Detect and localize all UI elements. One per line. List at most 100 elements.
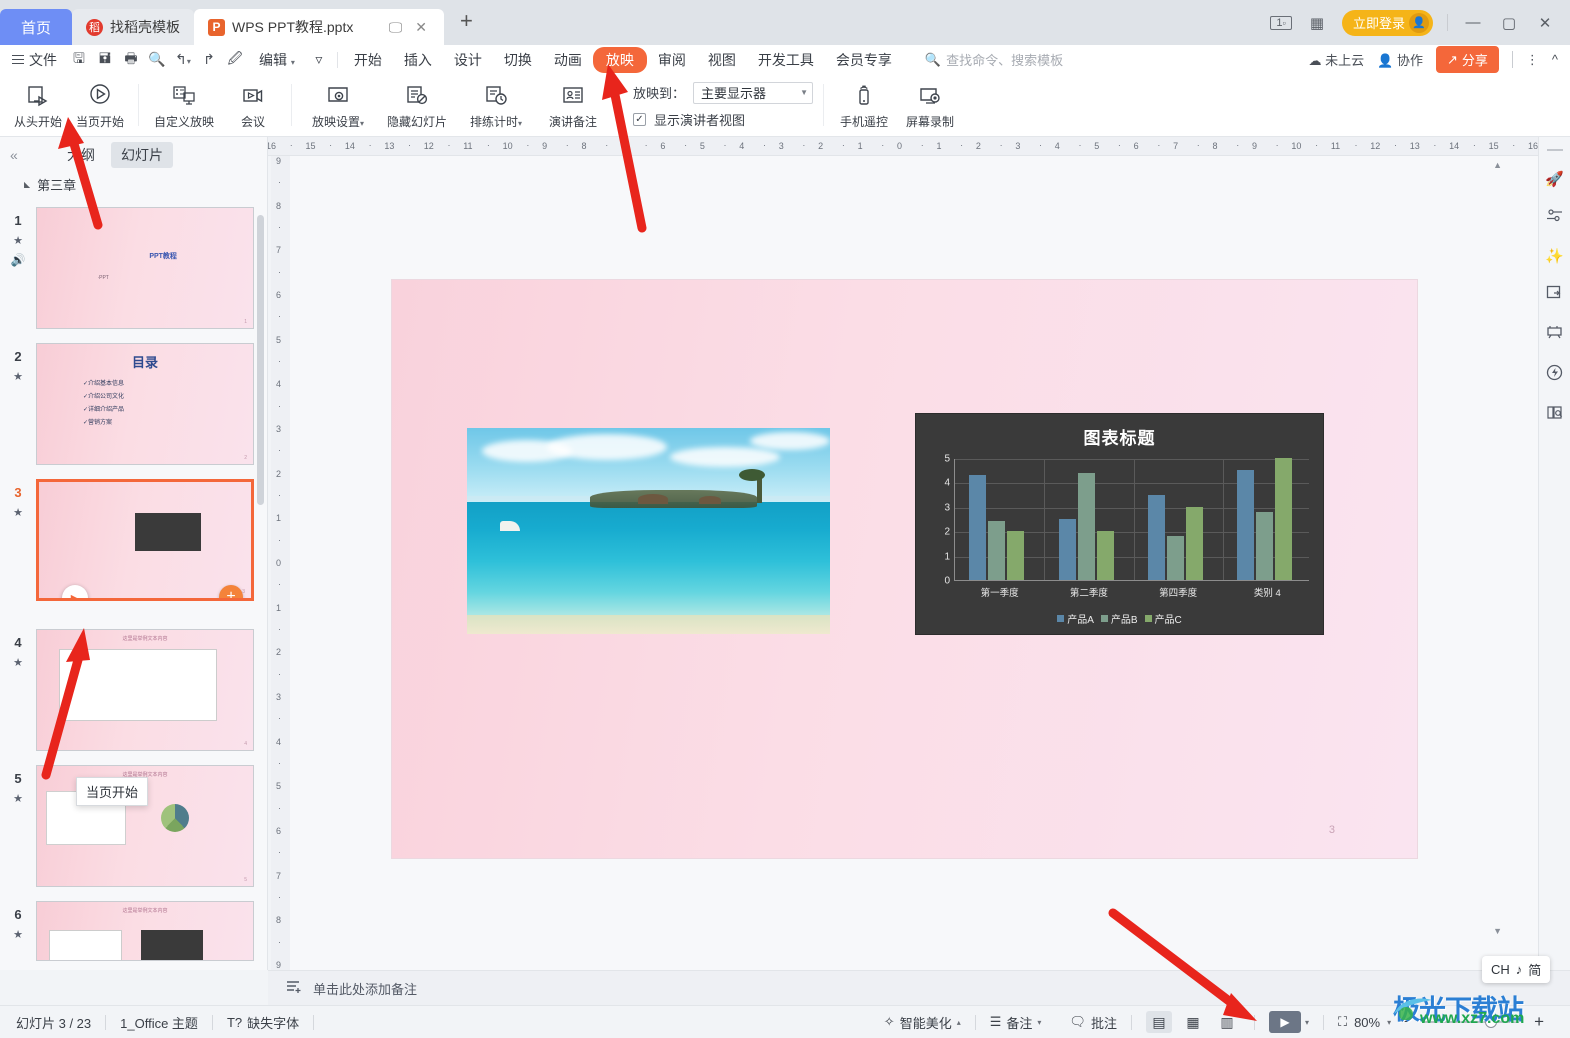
thumbnail-row[interactable]: 4 ★ 这里是举例文本内容 4 [0,629,267,765]
maximize-button[interactable]: ▢ [1498,14,1520,32]
animation-star-icon[interactable]: ★ [13,928,23,941]
smart-beautify-button[interactable]: ✧ 智能美化 ▴ [870,1013,975,1032]
format-painter-icon[interactable]: 🖉 [222,48,248,72]
tab-document[interactable]: P WPS PPT教程.pptx 🖵 ✕ [194,9,444,45]
share-button[interactable]: ↗ 分享 [1435,46,1499,73]
comment-button[interactable]: 🗨 批注 [1055,1013,1131,1032]
ribbon-custom-show[interactable]: 自定义放映 [146,78,222,130]
ribbon-meeting[interactable]: 会议 [222,78,284,130]
thumbnail-scrollbar[interactable] [257,215,264,505]
grid-layout-icon[interactable]: ▦ [1306,14,1328,32]
menu-item-developer[interactable]: 开发工具 [747,47,825,73]
print-icon[interactable]: 🖶 [118,48,144,72]
notes-pane[interactable]: 单击此处添加备注 [268,970,1570,1005]
search-commands[interactable]: 🔍 查找命令、搜索模板 [925,50,1063,69]
ribbon-rehearse-timing[interactable]: 排练计时▾ [457,78,535,130]
thumbnail-row[interactable]: 3 ★ 3 ▶ + [0,479,267,615]
close-tab-icon[interactable]: ✕ [412,19,430,36]
thumbnail-slide-2[interactable]: 目录 ✓介绍基本信息 ✓介绍公司文化 ✓详细介绍产品 ✓营销方案 2 [36,343,254,465]
thumbnail-row[interactable]: 6 ★ 这里是举例文本内容 [0,901,267,970]
duplicate-icon[interactable] [1546,284,1563,305]
menu-item-member[interactable]: 会员专享 [825,47,903,73]
menu-item-edit[interactable]: 编辑 ▾ [248,47,306,73]
animation-star-icon[interactable]: ★ [13,656,23,669]
ribbon-phone-remote[interactable]: 手机遥控 [831,78,897,130]
menu-item-transition[interactable]: 切换 [493,47,543,73]
slide-chart[interactable]: 图表标题 0 1 2 3 4 5 第一季度 第二季度 第四季度 类别 4 产品A 产品B 产品C [915,413,1324,635]
fit-slide-icon[interactable]: ⛶ [1338,1014,1347,1030]
status-theme[interactable]: 1_Office 主题 [106,1013,212,1032]
presenter-view-row[interactable]: ✓ 显示演讲者视图 [633,110,813,129]
thumbnail-row[interactable]: 2 ★ 目录 ✓介绍基本信息 ✓介绍公司文化 ✓详细介绍产品 ✓营销方案 2 [0,343,267,479]
thumbnail-row[interactable]: 1 ★ 🔊 PPT教程 ·PPT 1 [0,207,267,343]
new-tab-button[interactable]: + [444,8,489,38]
menu-item-design[interactable]: 设计 [443,47,493,73]
chevron-down-icon[interactable]: ▿ [306,51,332,68]
book-search-icon[interactable] [1546,404,1563,425]
screen-count-icon[interactable]: 1▫ [1269,15,1292,30]
menu-item-review[interactable]: 审阅 [647,47,697,73]
slide-sorter-view-button[interactable]: ▦ [1180,1011,1206,1033]
thumbnail-slide-6[interactable]: 这里是举例文本内容 [36,901,254,961]
menu-item-animation[interactable]: 动画 [543,47,593,73]
animation-star-icon[interactable]: ★ [13,506,23,519]
menu-item-slideshow[interactable]: 放映 [592,46,647,73]
collab-button[interactable]: 👤 协作 [1377,50,1423,69]
thumbnail-slide-1[interactable]: PPT教程 ·PPT 1 [36,207,254,329]
print-preview-icon[interactable]: 🔍 [144,51,170,68]
tab-outline[interactable]: 大纲 [57,142,105,168]
status-missing-font[interactable]: T? 缺失字体 [213,1013,313,1032]
animation-star-icon[interactable]: ★ [13,234,23,247]
ribbon-from-beginning[interactable]: 从头开始 [7,78,69,130]
notes-toggle-button[interactable]: ☰ 备注 ▾ [976,1013,1056,1032]
stage-icon[interactable] [1546,324,1563,345]
animation-star-icon[interactable]: ★ [13,792,23,805]
zoom-level[interactable]: 80% [1354,1015,1380,1030]
cloud-status[interactable]: ☁ 未上云 [1309,50,1365,69]
menu-item-view[interactable]: 视图 [697,47,747,73]
ribbon-screen-record[interactable]: 屏幕录制 [897,78,963,130]
collapse-panel-icon[interactable]: « [10,147,18,163]
thumbnail-slide-4[interactable]: 这里是举例文本内容 4 [36,629,254,751]
lightning-idea-icon[interactable] [1546,364,1563,385]
tab-templates[interactable]: 稻 找稻壳模板 [72,9,194,45]
undo-icon[interactable]: ↰▾ [170,51,196,68]
redo-icon[interactable]: ↱ [196,51,222,68]
animation-star-icon[interactable]: ★ [13,370,23,383]
chevron-down-icon[interactable]: ▾ [1387,1018,1391,1027]
login-button[interactable]: 立即登录 👤 [1341,9,1433,36]
tab-home[interactable]: 首页 [0,9,72,45]
rocket-icon[interactable]: 🚀 [1545,170,1564,188]
thumbnail-list[interactable]: 1 ★ 🔊 PPT教程 ·PPT 1 2 ★ 目录 ✓介绍基本信息 ✓介绍公司文… [0,207,267,970]
presenter-view-checkbox[interactable]: ✓ [633,112,646,126]
menu-item-start[interactable]: 开始 [343,47,393,73]
normal-view-button[interactable]: ▤ [1145,1011,1172,1033]
current-slide[interactable]: 图表标题 0 1 2 3 4 5 第一季度 第二季度 第四季度 类别 4 产品A 产品B 产品C 3 [392,280,1417,858]
ribbon-show-settings[interactable]: 放映设置▾ [299,78,377,130]
scroll-down-icon[interactable]: ▼ [1493,926,1502,936]
more-options-icon[interactable]: ⋮ [1526,52,1539,68]
save-icon[interactable]: 🖫 [66,48,92,72]
reading-view-button[interactable]: ▥ [1214,1011,1240,1033]
monitor-icon[interactable]: 🖵 [386,19,406,36]
ime-indicator[interactable]: CH ♪ 简 [1482,956,1551,983]
beach-image[interactable] [467,428,830,634]
collapse-ribbon-icon[interactable]: ^ [1552,52,1558,67]
ribbon-hide-slide[interactable]: 隐藏幻灯片 [377,78,457,130]
sliders-icon[interactable] [1546,207,1563,228]
scroll-up-icon[interactable]: ▲ [1493,160,1502,170]
save-as-icon[interactable]: 🖬 [92,48,118,72]
thumbnail-slide-3[interactable]: 3 ▶ + [36,479,254,601]
menu-item-insert[interactable]: 插入 [393,47,443,73]
slide-canvas-area[interactable]: 图表标题 0 1 2 3 4 5 第一季度 第二季度 第四季度 类别 4 产品A 产品B 产品C 3 … [290,156,1538,970]
file-menu-button[interactable]: 文件 [0,50,66,70]
ribbon-from-current[interactable]: 当页开始 [69,78,131,130]
start-slideshow-button[interactable]: ▶ [1268,1011,1301,1033]
zoom-in-button[interactable]: + [1534,1012,1544,1032]
tab-slides[interactable]: 幻灯片 [111,142,173,168]
chapter-group[interactable]: ◣ 第三章 [0,173,267,200]
minimize-button[interactable]: — [1462,14,1484,31]
audio-icon[interactable]: 🔊 [11,253,26,267]
chevron-down-icon[interactable]: ▾ [1305,1018,1309,1027]
ribbon-speaker-notes[interactable]: 演讲备注 [535,78,611,130]
